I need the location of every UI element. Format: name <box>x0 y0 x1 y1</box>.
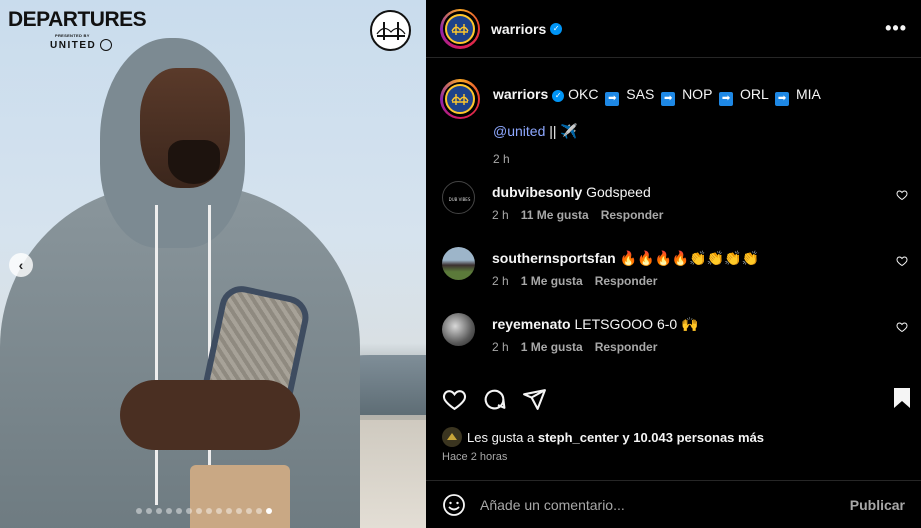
liker-username[interactable]: steph_center <box>538 430 619 445</box>
likes-summary: Les gusta a steph_center y 10.043 person… <box>442 427 764 447</box>
author-avatar[interactable] <box>440 8 480 49</box>
svg-text:DUB VIBES: DUB VIBES <box>449 197 471 202</box>
arrow-right-icon: ➡ <box>775 92 790 106</box>
comment-likes[interactable]: 1 Me gusta <box>521 340 583 354</box>
post-actions <box>442 384 912 414</box>
carousel-dot <box>216 508 222 514</box>
comment-likes[interactable]: 1 Me gusta <box>521 274 583 288</box>
caption-mention-line: @united || ✈️ <box>493 123 821 140</box>
commenter-username[interactable]: southernsportsfan <box>492 250 616 266</box>
sponsor-name: UNITED <box>50 39 97 51</box>
carousel-dot <box>246 508 252 514</box>
earphone-cable <box>155 205 158 505</box>
sponsor-logo: UNITED <box>50 39 113 51</box>
route-stop: MIA <box>796 86 821 102</box>
likes-count[interactable]: y 10.043 personas más <box>622 430 764 445</box>
globe-icon <box>100 39 113 51</box>
carousel-dot <box>136 508 142 514</box>
comment-input[interactable] <box>480 496 850 513</box>
caption-suffix: || ✈️ <box>549 123 578 139</box>
route-stop: SAS <box>626 86 655 102</box>
person-arm <box>120 380 300 450</box>
carousel-dot <box>176 508 182 514</box>
route-stop: OKC <box>568 86 599 102</box>
carousel-dot <box>166 508 172 514</box>
caption-username[interactable]: warriors <box>493 86 548 102</box>
like-heart-icon[interactable] <box>442 387 467 412</box>
comment-item: southernsportsfan 🔥🔥🔥🔥👏👏👏👏 2 h 1 Me gust… <box>442 247 912 288</box>
comment-text: 🔥🔥🔥🔥👏👏👏👏 <box>619 250 760 266</box>
verified-badge-icon: ✓ <box>550 22 563 35</box>
verified-badge-icon: ✓ <box>552 90 565 102</box>
commenter-username[interactable]: reyemenato <box>492 316 571 332</box>
post-panel: warriors ✓ ••• warriors ✓ OKC ➡ SAS ➡ NOP… <box>426 0 921 528</box>
comment-composer: Publicar <box>426 480 921 528</box>
commenter-avatar[interactable] <box>442 313 475 346</box>
comment-text: LETSGOOO 6-0 🙌 <box>574 316 699 332</box>
carousel-dot <box>266 508 272 514</box>
comment-time: 2 h <box>492 274 509 288</box>
more-options-icon[interactable]: ••• <box>885 18 907 39</box>
likes-prefix: Les gusta a <box>467 429 535 445</box>
person-beard <box>168 140 220 184</box>
bridge-logo-icon <box>370 10 411 51</box>
route-stop: NOP <box>682 86 713 102</box>
post-caption: warriors ✓ OKC ➡ SAS ➡ NOP ➡ ORL ➡ MIA @u… <box>440 79 910 166</box>
author-username[interactable]: warriors <box>491 21 546 37</box>
comment-item: reyemenato LETSGOOO 6-0 🙌 2 h 1 Me gusta… <box>442 313 912 354</box>
previous-slide-button[interactable]: ‹ <box>9 253 33 277</box>
comment-time: 2 h <box>492 208 509 222</box>
carousel-dot <box>186 508 192 514</box>
heart-icon[interactable] <box>896 321 908 333</box>
carousel-dot <box>236 508 242 514</box>
carousel-dot <box>206 508 212 514</box>
carousel-dot <box>196 508 202 514</box>
caption-text: warriors ✓ OKC ➡ SAS ➡ NOP ➡ ORL ➡ MIA <box>493 85 821 106</box>
reply-button[interactable]: Responder <box>595 274 658 288</box>
arrow-right-icon: ➡ <box>661 92 676 106</box>
comment-item: DUB VIBES dubvibesonly Godspeed 2 h 11 M… <box>442 181 912 222</box>
comment-bubble-icon[interactable] <box>482 387 507 412</box>
warriors-logo-icon <box>445 84 475 114</box>
mention-link[interactable]: @united <box>493 123 545 139</box>
post-date: Hace 2 horas <box>442 451 508 463</box>
caption-timestamp: 2 h <box>493 152 510 166</box>
carousel-dots <box>136 508 272 514</box>
heart-icon[interactable] <box>896 189 908 201</box>
comment-text: Godspeed <box>586 184 651 200</box>
bookmark-icon[interactable] <box>892 387 912 409</box>
liker-avatar[interactable] <box>442 427 462 447</box>
route-stop: ORL <box>739 86 769 102</box>
carousel-dot <box>226 508 232 514</box>
post-header: warriors ✓ ••• <box>426 0 921 58</box>
comment-time: 2 h <box>492 340 509 354</box>
carousel-dot <box>146 508 152 514</box>
arrow-right-icon: ➡ <box>719 92 734 106</box>
emoji-icon[interactable] <box>442 493 466 517</box>
reply-button[interactable]: Responder <box>601 208 664 222</box>
caption-avatar[interactable] <box>440 79 480 119</box>
commenter-username[interactable]: dubvibesonly <box>492 184 582 200</box>
presented-by-label: PRESENTED BY <box>55 33 90 38</box>
comment-likes[interactable]: 11 Me gusta <box>521 208 589 222</box>
commenter-avatar[interactable] <box>442 247 475 280</box>
paper-bag <box>190 465 290 528</box>
departures-title: DEPARTURES <box>8 8 147 31</box>
share-paper-plane-icon[interactable] <box>522 387 547 412</box>
heart-icon[interactable] <box>896 255 908 267</box>
carousel-dot <box>156 508 162 514</box>
warriors-logo-icon <box>445 13 475 44</box>
publish-button[interactable]: Publicar <box>850 497 905 513</box>
reply-button[interactable]: Responder <box>595 340 658 354</box>
commenter-avatar[interactable]: DUB VIBES <box>442 181 475 214</box>
post-image[interactable]: DEPARTURES PRESENTED BY UNITED ‹ <box>0 0 426 528</box>
carousel-dot <box>256 508 262 514</box>
arrow-right-icon: ➡ <box>605 92 620 106</box>
